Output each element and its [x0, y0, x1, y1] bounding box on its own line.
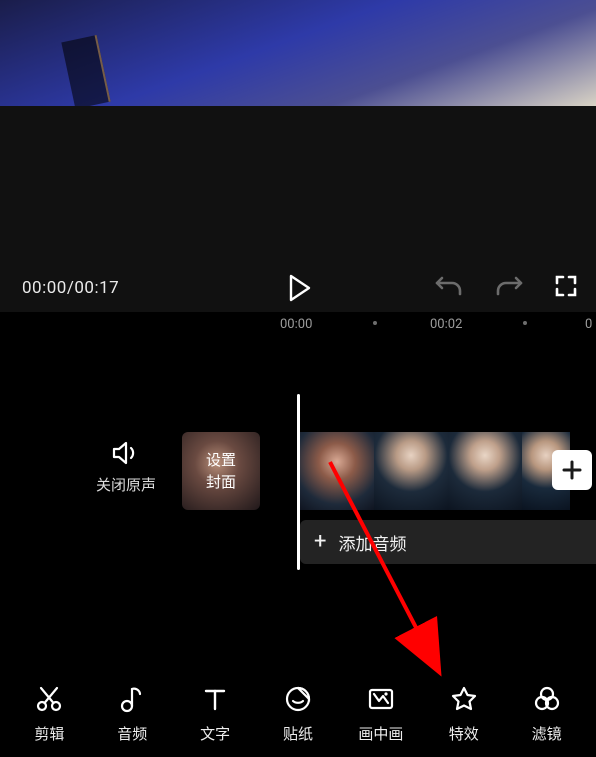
music-note-icon [118, 685, 146, 717]
plus-icon: + [314, 531, 326, 553]
filter-icon [533, 685, 561, 717]
cover-label-1: 设置 [206, 449, 236, 471]
tool-text[interactable]: 文字 [174, 685, 257, 744]
mute-label: 关闭原声 [96, 474, 156, 495]
tool-audio[interactable]: 音频 [91, 685, 174, 744]
set-cover-button[interactable]: 设置 封面 [182, 432, 260, 510]
add-audio-label: 添加音频 [338, 530, 406, 555]
play-button[interactable] [288, 274, 312, 306]
timeline-ruler[interactable]: 00:00 00:02 0 [0, 312, 596, 342]
tool-cut[interactable]: 剪辑 [8, 685, 91, 744]
clip-thumbnail [374, 432, 448, 510]
clip-thumbnail [300, 432, 374, 510]
tool-filter[interactable]: 滤镜 [505, 685, 588, 744]
text-icon [201, 685, 229, 717]
bottom-toolbar: 剪辑 音频 文字 贴纸 画中画 特效 滤镜 [0, 672, 596, 757]
ruler-tick: 00:02 [430, 317, 462, 332]
tool-label: 特效 [449, 723, 479, 744]
tool-label: 滤镜 [532, 723, 562, 744]
tool-sticker[interactable]: 贴纸 [257, 685, 340, 744]
video-preview [0, 0, 596, 106]
preview-black-area [0, 106, 596, 264]
tool-pip[interactable]: 画中画 [339, 685, 422, 744]
star-icon [450, 685, 478, 717]
tool-label: 画中画 [358, 723, 403, 744]
tool-label: 贴纸 [283, 723, 313, 744]
tool-effect[interactable]: 特效 [422, 685, 505, 744]
sticker-icon [284, 685, 312, 717]
tool-label: 文字 [200, 723, 230, 744]
playhead[interactable] [297, 394, 300, 570]
ruler-tick: 0 [585, 317, 592, 332]
ruler-dot [373, 321, 377, 325]
ruler-tick: 00:00 [280, 317, 312, 332]
pip-icon [367, 685, 395, 717]
timecode: 00:00/00:17 [22, 278, 119, 298]
tool-label: 剪辑 [34, 723, 64, 744]
cover-label-2: 封面 [206, 471, 236, 493]
ruler-dot [523, 321, 527, 325]
preview-decoration [61, 35, 110, 109]
tool-label: 音频 [117, 723, 147, 744]
add-audio-button[interactable]: + 添加音频 [300, 520, 596, 564]
mute-original-button[interactable]: 关闭原声 [96, 440, 156, 495]
add-clip-button[interactable] [552, 450, 592, 490]
redo-button[interactable] [494, 274, 524, 302]
scissors-icon [35, 685, 63, 717]
playback-controls: 00:00/00:17 [0, 264, 596, 312]
clip-thumbnail [448, 432, 522, 510]
fullscreen-button[interactable] [554, 274, 578, 302]
undo-button[interactable] [434, 274, 464, 302]
